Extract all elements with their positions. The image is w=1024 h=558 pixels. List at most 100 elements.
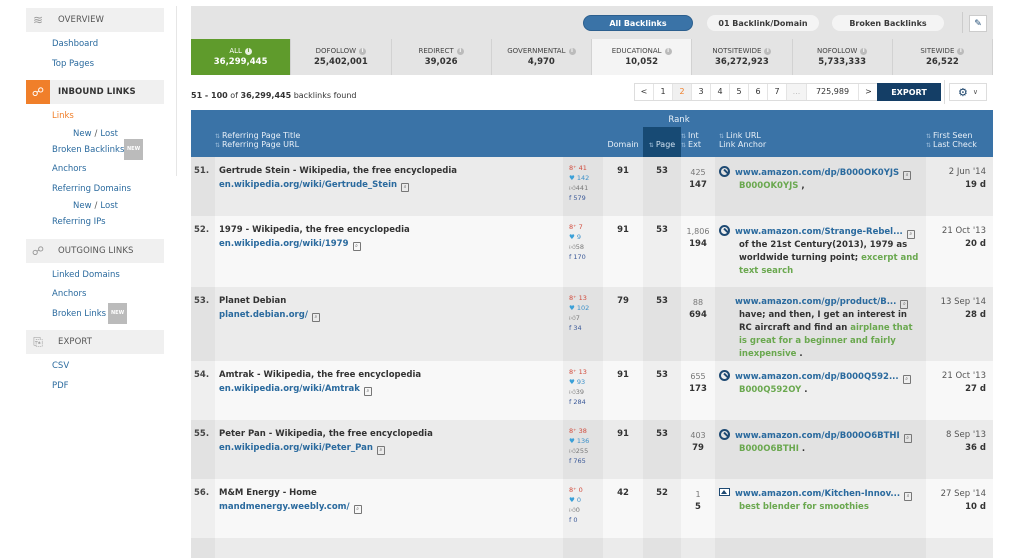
link-url[interactable]: www.amazon.com/dp/B000O6BTHI [735,431,900,441]
filter-tab-all[interactable]: ALL i 36,299,445 [191,39,292,75]
cache-icon[interactable]: ⌕ [311,313,320,322]
nofollow-icon [719,225,730,236]
anchor-text: B000O6BTHI [739,444,799,454]
prev-page-button[interactable]: < [635,84,654,100]
filter-tab-sitewide[interactable]: SITEWIDE i 26,522 [892,39,993,75]
sort-icon: ⇅ [926,133,932,140]
link-cell: www.amazon.com/Kitchen-Innov... ⌕ best bl… [715,479,926,538]
section-export[interactable]: ⎘ EXPORT [26,330,164,354]
export-button[interactable]: EXPORT [877,83,941,101]
info-icon[interactable]: i [244,47,252,55]
nofollow-icon [719,429,730,440]
sidebar-item-anchors[interactable]: Anchors [52,160,164,180]
links-new-link[interactable]: New [73,129,92,139]
info-icon[interactable]: i [860,47,868,55]
info-icon[interactable]: i [764,47,772,55]
referring-page-url[interactable]: en.wikipedia.org/wiki/1979 [219,239,349,249]
filter-tab-educational[interactable]: EDUCATIONAL i 10,052 [592,39,693,75]
link-url-header[interactable]: ⇅ Link URL Link Anchor [715,127,926,157]
filter-tab-governmental[interactable]: GOVERNMENTAL i 4,970 [491,39,592,75]
sidebar-item-csv[interactable]: CSV [52,357,164,377]
link-url[interactable]: www.amazon.com/Strange-Rebel... [735,227,903,237]
dates-header[interactable]: ⇅ First Seen ⇅ Last Check [926,127,993,157]
table-row [191,538,993,558]
settings-dropdown[interactable]: ⚙ ∨ [949,83,987,101]
cache-icon[interactable]: ⌕ [900,300,909,309]
next-page-button[interactable]: > [859,84,878,100]
first-seen: 27 Sep '14 [940,489,986,499]
dates-cell: 8 Sep '13 36 d [926,420,993,479]
info-icon[interactable]: i [957,47,965,55]
sidebar-item-broken-backlinks[interactable]: Broken Backlinks NEW [52,138,164,160]
int-ext: 425 147 [681,157,715,216]
sidebar-item-referring-domains[interactable]: Referring Domains [52,180,164,200]
cache-icon[interactable]: ⌕ [376,446,385,455]
page-5[interactable]: 5 [730,84,749,100]
page-3[interactable]: 3 [692,84,711,100]
filter-tab-nofollow[interactable]: NOFOLLOW i 5,733,333 [792,39,893,75]
info-icon[interactable]: i [359,47,367,55]
cache-icon[interactable]: ⌕ [903,434,912,443]
cache-icon[interactable]: ⌕ [906,230,915,239]
page-2-current[interactable]: 2 [673,84,692,100]
domains-lost-link[interactable]: Lost [100,201,118,211]
page-last[interactable]: 725,989 [807,84,859,100]
link-url[interactable]: www.amazon.com/gp/product/B... [735,297,896,307]
int-ext: 403 79 [681,420,715,479]
sidebar-item-pdf[interactable]: PDF [52,377,164,397]
referring-page-header[interactable]: ⇅ Referring Page Title ⇅ Referring Page UR… [215,127,563,157]
broken-backlinks-pill[interactable]: Broken Backlinks [832,15,944,31]
sidebar-item-linked-domains[interactable]: Linked Domains [52,266,164,286]
info-icon[interactable]: i [456,47,464,55]
sidebar-item-dashboard[interactable]: Dashboard [52,35,164,55]
referring-page-url[interactable]: en.wikipedia.org/wiki/Peter_Pan [219,443,373,453]
all-backlinks-pill[interactable]: All Backlinks [583,15,693,31]
section-overview[interactable]: ≋ OVERVIEW [26,8,164,32]
referring-page-url[interactable]: planet.debian.org/ [219,310,308,320]
sidebar-item-referring-ips[interactable]: Referring IPs [52,213,164,233]
page-7[interactable]: 7 [768,84,787,100]
cache-icon[interactable]: ⌕ [902,375,911,384]
cache-icon[interactable]: ⌕ [352,242,361,251]
filter-tab-dofollow[interactable]: DOFOLLOW i 25,402,001 [291,39,392,75]
referring-page-url[interactable]: en.wikipedia.org/wiki/Gertrude_Stein [219,180,397,190]
one-backlink-per-domain-pill[interactable]: 01 Backlink/Domain [707,15,819,31]
filter-tabs: ALL i 36,299,445 DOFOLLOW i 25,402,001 REDIREC… [191,39,993,75]
section-inbound-links[interactable]: ☍ INBOUND LINKS [26,80,164,104]
dates-cell: 2 Jun '14 19 d [926,157,993,216]
google-plus-icon: 8⁺ [569,223,577,231]
info-icon[interactable]: i [664,47,672,55]
link-url[interactable]: www.amazon.com/Kitchen-Innov... [735,489,900,499]
section-outgoing-links[interactable]: ☍ OUTGOING LINKS [26,238,164,263]
sidebar-item-broken-links[interactable]: Broken Links NEW [52,302,164,324]
rank-domain-header[interactable]: Domain [603,127,643,157]
facebook-icon: f [569,253,572,261]
section-label: INBOUND LINKS [58,87,136,97]
filter-tab-redirect[interactable]: REDIRECT i 39,026 [391,39,492,75]
referring-page-url[interactable]: mandmenergy.weebly.com/ [219,502,350,512]
page-4[interactable]: 4 [711,84,730,100]
rank-page-header[interactable]: ⇅ Page [643,127,681,157]
new-badge: NEW [124,138,144,160]
cache-icon[interactable]: ⌕ [903,171,912,180]
cache-icon[interactable]: ⌕ [401,183,410,192]
domains-new-link[interactable]: New [73,201,92,211]
sidebar-item-top-pages[interactable]: Top Pages [52,55,164,75]
link-url[interactable]: www.amazon.com/dp/B000Q592... [735,372,899,382]
filter-tab-notsitewide[interactable]: NOTSITEWIDE i 36,272,923 [692,39,793,75]
edit-button[interactable]: ✎ [969,15,987,32]
table-row: 56. M&M Energy - Home mandmenergy.weebly… [191,479,993,538]
cache-icon[interactable]: ⌕ [363,387,372,396]
link-url[interactable]: www.amazon.com/dp/B000OK0YJS [735,168,899,178]
int-ext-header[interactable]: ⇅ Int ⇅ Ext [681,127,715,157]
page-6[interactable]: 6 [749,84,768,100]
cache-icon[interactable]: ⌕ [904,492,913,501]
sidebar-item-links[interactable]: Links [52,107,164,127]
referring-page-url[interactable]: en.wikipedia.org/wiki/Amtrak [219,384,360,394]
google-plus-icon: 8⁺ [569,368,577,376]
page-1[interactable]: 1 [654,84,673,100]
cache-icon[interactable]: ⌕ [353,505,362,514]
links-lost-link[interactable]: Lost [100,129,118,139]
info-icon[interactable]: i [568,47,576,55]
sidebar: ≋ OVERVIEW Dashboard Top Pages ☍ INBOUND… [26,6,164,400]
